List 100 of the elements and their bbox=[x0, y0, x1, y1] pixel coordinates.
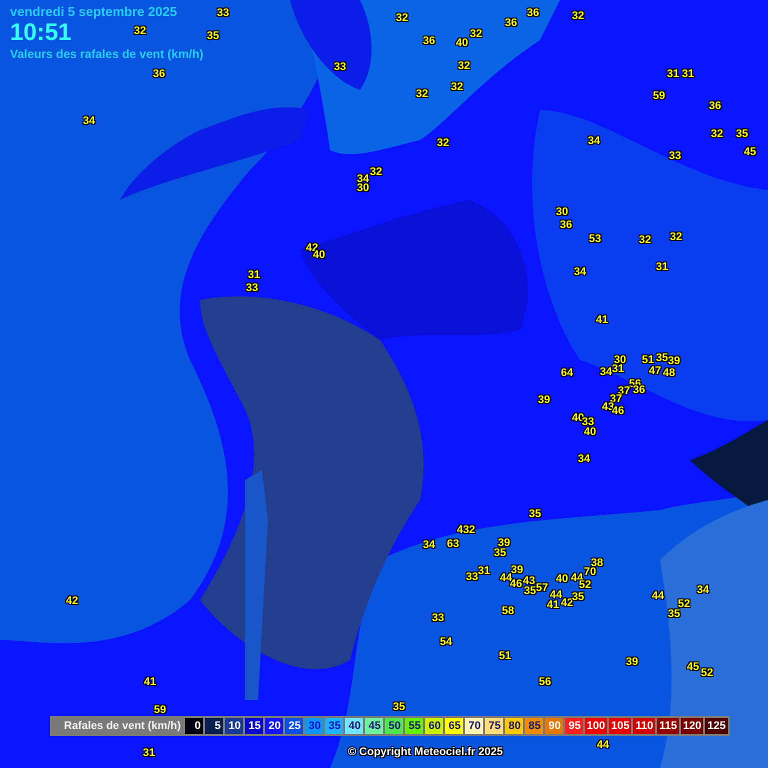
wind-gust-reading: 51 bbox=[498, 650, 512, 662]
legend-swatch: 125 bbox=[705, 718, 728, 734]
wind-gust-reading: 32 bbox=[470, 28, 482, 40]
wind-gust-reading: 36 bbox=[422, 35, 436, 47]
wind-gust-reading: 32 bbox=[450, 81, 464, 93]
wind-gust-reading: 32 bbox=[710, 128, 724, 140]
legend-swatch: 5 bbox=[204, 718, 223, 734]
wind-gust-reading: 44 bbox=[652, 590, 664, 602]
wind-gust-reading: 43 bbox=[522, 575, 536, 587]
wind-gust-reading: 56 bbox=[538, 676, 552, 688]
wind-gust-reading: 59 bbox=[154, 704, 166, 716]
wind-gust-reading: 35 bbox=[392, 701, 406, 713]
legend-swatch: 70 bbox=[464, 718, 483, 734]
wind-gust-reading: 39 bbox=[498, 537, 510, 549]
wind-gust-reading: 34 bbox=[696, 584, 710, 596]
wind-gust-reading: 31 bbox=[142, 747, 156, 759]
wind-gust-reading: 32 bbox=[416, 88, 428, 100]
wind-gust-reading: 33 bbox=[216, 7, 230, 19]
wind-gust-reading: 41 bbox=[546, 599, 560, 611]
legend-swatch: 90 bbox=[544, 718, 563, 734]
wind-gust-reading: 45 bbox=[744, 146, 756, 158]
wind-gust-reading: 34 bbox=[422, 539, 436, 551]
wind-gust-reading: 64 bbox=[560, 367, 574, 379]
wind-gust-reading: 34 bbox=[82, 115, 96, 127]
legend-swatch: 0 bbox=[184, 718, 203, 734]
wind-gust-reading: 31 bbox=[666, 68, 680, 80]
wind-gust-reading: 35 bbox=[524, 585, 536, 597]
wind-gust-reading: 32 bbox=[396, 12, 408, 24]
wind-gust-reading: 35 bbox=[668, 608, 680, 620]
wind-gust-reading: 35 bbox=[572, 591, 584, 603]
wind-gust-reading: 34 bbox=[578, 453, 590, 465]
copyright-notice: © Copyright Meteociel.fr 2025 bbox=[348, 745, 503, 760]
wind-gust-reading: 36 bbox=[560, 219, 572, 231]
wind-gust-reading: 32 bbox=[670, 231, 682, 243]
wind-gust-reading: 31 bbox=[248, 269, 260, 281]
wind-gust-reading: 30 bbox=[356, 182, 370, 194]
wind-gust-reading: 35 bbox=[206, 30, 220, 42]
wind-gust-reading: 30 bbox=[556, 206, 568, 218]
legend-swatch: 50 bbox=[384, 718, 403, 734]
legend-swatch: 60 bbox=[424, 718, 443, 734]
wind-gust-reading: 32 bbox=[572, 10, 584, 22]
wind-gust-reading: 42 bbox=[560, 597, 574, 609]
wind-gust-reading: 32 bbox=[458, 60, 470, 72]
wind-gust-reading: 36 bbox=[708, 100, 722, 112]
wind-gust-reading: 35 bbox=[656, 352, 668, 364]
legend-swatch: 40 bbox=[344, 718, 363, 734]
legend-swatch: 55 bbox=[404, 718, 423, 734]
wind-gust-reading: 39 bbox=[538, 394, 550, 406]
wind-gust-reading: 59 bbox=[652, 90, 666, 102]
wind-gust-reading: 44 bbox=[596, 739, 610, 751]
wind-gust-reading: 39 bbox=[510, 564, 524, 576]
wind-gust-reading: 52 bbox=[678, 598, 690, 610]
wind-gust-reading: 39 bbox=[626, 656, 638, 668]
wind-gust-reading: 33 bbox=[246, 282, 258, 294]
wind-gust-reading: 48 bbox=[662, 367, 676, 379]
wind-gust-reading: 53 bbox=[588, 233, 602, 245]
wind-gust-reading: 36 bbox=[526, 7, 540, 19]
wind-gust-reading: 33 bbox=[334, 61, 346, 73]
wind-gust-reading: 63 bbox=[446, 538, 460, 550]
wind-gust-reading: 34 bbox=[600, 366, 612, 378]
wind-gust-reading: 44 bbox=[550, 589, 562, 601]
legend-swatch: 80 bbox=[504, 718, 523, 734]
legend-swatch: 95 bbox=[564, 718, 583, 734]
wind-gust-reading: 39 bbox=[668, 355, 680, 367]
wind-gust-reading: 36 bbox=[152, 68, 166, 80]
wind-gust-reading: 33 bbox=[668, 150, 682, 162]
wind-gust-reading: 47 bbox=[648, 365, 662, 377]
wind-gust-reading: 432 bbox=[456, 524, 476, 536]
legend-swatch: 45 bbox=[364, 718, 383, 734]
wind-gust-reading: 34 bbox=[574, 266, 586, 278]
legend-swatch: 20 bbox=[264, 718, 283, 734]
wind-gust-reading: 33 bbox=[466, 571, 478, 583]
legend-swatch: 120 bbox=[680, 718, 704, 734]
wind-gust-reading: 58 bbox=[502, 605, 514, 617]
map-subtitle: Valeurs des rafales de vent (km/h) bbox=[10, 46, 204, 62]
wind-gust-reading: 31 bbox=[656, 261, 668, 273]
wind-gust-reading: 31 bbox=[682, 68, 694, 80]
legend-swatch: 105 bbox=[609, 718, 632, 734]
wind-gust-reading: 35 bbox=[494, 547, 506, 559]
wind-gust-reading: 40 bbox=[584, 426, 596, 438]
wind-gust-reading: 31 bbox=[478, 565, 490, 577]
wind-gust-reading: 42 bbox=[66, 595, 78, 607]
legend-title: Rafales de vent (km/h) bbox=[64, 718, 181, 734]
wind-gust-reading: 41 bbox=[596, 314, 608, 326]
wind-gust-reading: 33 bbox=[432, 612, 444, 624]
legend-swatch: 35 bbox=[324, 718, 343, 734]
map-date: vendredi 5 septembre 2025 bbox=[10, 4, 177, 20]
wind-gust-reading: 32 bbox=[436, 137, 450, 149]
wind-gust-reading: 70 bbox=[584, 566, 596, 578]
legend-swatch: 10 bbox=[224, 718, 243, 734]
wind-gust-reading: 52 bbox=[700, 667, 714, 679]
wind-gust-reading: 32 bbox=[638, 234, 652, 246]
map-time: 10:51 bbox=[10, 20, 72, 46]
legend-swatch: 115 bbox=[657, 718, 679, 734]
wind-gust-reading: 35 bbox=[528, 508, 542, 520]
legend-swatch: 65 bbox=[444, 718, 463, 734]
legend-swatch: 110 bbox=[633, 718, 656, 734]
legend-swatch: 75 bbox=[484, 718, 503, 734]
wind-gust-reading: 41 bbox=[144, 676, 156, 688]
wind-gust-reading: 32 bbox=[134, 25, 146, 37]
